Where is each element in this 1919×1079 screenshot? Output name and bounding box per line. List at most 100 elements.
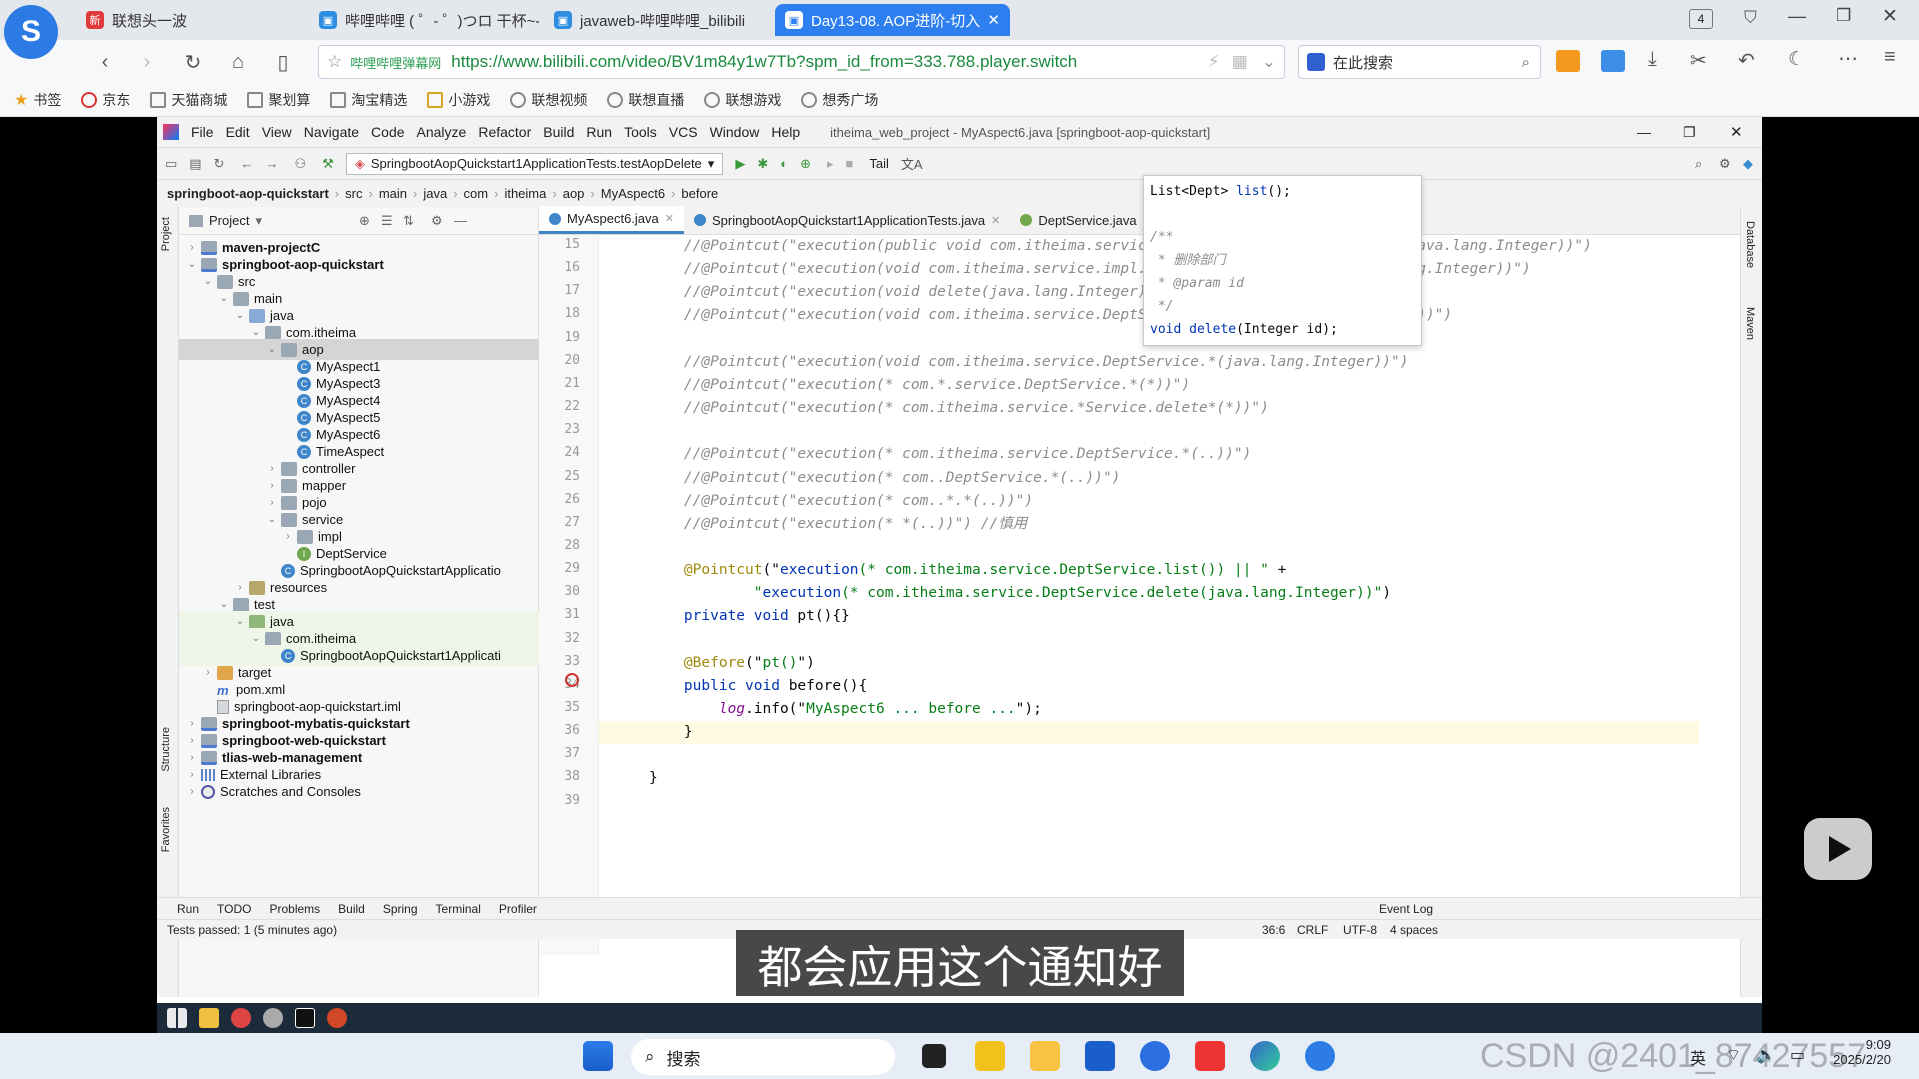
star-icon[interactable]: ☆ [327, 52, 342, 72]
indent[interactable]: 4 spaces [1390, 923, 1438, 937]
tab-3-active[interactable]: ▣ Day13-08. AOP进阶-切入点表 ✕ [775, 4, 1010, 36]
bookmark-2[interactable]: 天猫商城 [150, 90, 227, 110]
forward-icon[interactable]: → [266, 156, 279, 171]
minimize-icon[interactable]: — [1788, 6, 1806, 27]
tool-terminal[interactable]: Terminal [436, 902, 481, 916]
lightning-icon[interactable]: ⚡ [1208, 52, 1220, 72]
tool-spring[interactable]: Spring [383, 902, 418, 916]
bookmark-4[interactable]: 淘宝精选 [330, 90, 407, 110]
menu-help[interactable]: Help [765, 124, 806, 140]
menu-code[interactable]: Code [365, 124, 410, 140]
database-tool-button[interactable]: Database [1744, 221, 1756, 268]
menu-icon[interactable]: ≡ [1884, 46, 1896, 69]
bookmark-8[interactable]: 联想游戏 [704, 90, 781, 110]
ide-restore-icon[interactable]: ❐ [1683, 124, 1696, 141]
tail-button[interactable]: Tail [869, 156, 889, 171]
url-field[interactable]: ☆ 哔哩哔哩弹幕网 https://www.bilibili.com/video… [318, 45, 1285, 79]
editor-tab[interactable]: MyAspect6.java ✕ [539, 206, 684, 234]
browser-taskbar-icon[interactable] [1305, 1041, 1335, 1071]
windows-start-icon[interactable] [167, 1008, 187, 1028]
ide-minimize-icon[interactable]: — [1637, 124, 1651, 140]
run-icon[interactable]: ▶ [735, 156, 745, 172]
tool-build[interactable]: Build [338, 902, 365, 916]
chevron-right-icon[interactable]: › [265, 463, 279, 474]
home-icon[interactable]: ⌂ [225, 50, 251, 74]
breadcrumb-item[interactable]: com [464, 186, 489, 201]
taskbar-search[interactable]: ⌕ 搜索 [631, 1039, 895, 1075]
breadcrumb-item[interactable]: java [423, 186, 447, 201]
chevron-down-icon[interactable]: ⌄ [249, 327, 263, 338]
lenovo-app-icon[interactable] [1140, 1041, 1170, 1071]
restore-icon[interactable]: ❐ [1836, 6, 1851, 26]
store-icon[interactable] [1085, 1041, 1115, 1071]
chevron-right-icon[interactable]: › [265, 480, 279, 491]
bookmark-7[interactable]: 联想直播 [607, 90, 684, 110]
bilibili-tv-icon[interactable] [1804, 818, 1872, 880]
chevron-right-icon[interactable]: › [233, 582, 247, 593]
volume-icon[interactable]: 🔈 [1756, 1045, 1776, 1065]
undo-icon[interactable]: ↶ [1738, 48, 1755, 73]
tree-item[interactable]: › Scratches and Consoles [179, 781, 539, 802]
chevron-down-icon[interactable]: ⌄ [201, 276, 215, 287]
favorites-tool-button[interactable]: Favorites [160, 807, 172, 852]
stop-icon[interactable]: ■ [846, 156, 854, 171]
battery-icon[interactable]: ▭ [1790, 1045, 1805, 1065]
tab-count-badge[interactable]: 4 [1689, 9, 1713, 29]
tab-0[interactable]: 新联想头一波 [76, 4, 301, 36]
open-folder-icon[interactable]: ▭ [165, 156, 177, 172]
breadcrumb-item[interactable]: itheima [504, 186, 546, 201]
taskview-icon[interactable] [922, 1044, 946, 1068]
bookmark-1[interactable]: 京东 [81, 90, 130, 110]
bookmark-0[interactable]: ★ 书签 [14, 90, 61, 110]
menu-refactor[interactable]: Refactor [472, 124, 537, 140]
intellij-icon[interactable] [295, 1008, 315, 1028]
app-icon[interactable] [975, 1041, 1005, 1071]
breadcrumb-item[interactable]: before [681, 186, 718, 201]
menu-tools[interactable]: Tools [618, 124, 663, 140]
chevron-down-icon[interactable]: ⌄ [185, 259, 199, 270]
settings-icon[interactable]: ⚙ [1719, 156, 1731, 172]
editor-tab[interactable]: SpringbootAopQuickstart1ApplicationTests… [684, 206, 1010, 234]
step-icon[interactable]: ▸ [827, 156, 834, 172]
moon-icon[interactable]: ☾ [1788, 48, 1805, 71]
menu-run[interactable]: Run [580, 124, 618, 140]
menu-edit[interactable]: Edit [220, 124, 256, 140]
chevron-right-icon[interactable]: › [185, 718, 199, 729]
breadcrumb-item[interactable]: src [345, 186, 362, 201]
tool-problems[interactable]: Problems [269, 902, 320, 916]
bookmark-9[interactable]: 想秀广场 [801, 90, 878, 110]
ide-close-icon[interactable]: ✕ [1730, 123, 1743, 141]
line-separator[interactable]: CRLF [1297, 923, 1328, 937]
translate-icon[interactable]: 文A [901, 154, 923, 173]
chevron-down-icon[interactable]: ⌄ [217, 293, 231, 304]
chevron-right-icon[interactable]: › [185, 769, 199, 780]
chevron-down-icon[interactable]: ⌄ [217, 599, 231, 610]
search-everywhere-icon[interactable]: ⌕ [1695, 156, 1702, 172]
app-icon[interactable] [263, 1008, 283, 1028]
chevron-down-icon[interactable]: ⌄ [1262, 52, 1276, 72]
download-icon[interactable]: ⤓ [1648, 48, 1657, 71]
chevron-down-icon[interactable]: ⌄ [233, 310, 247, 321]
game-icon[interactable] [1556, 50, 1580, 72]
breadcrumb-item[interactable]: MyAspect6 [601, 186, 665, 201]
powerpoint-icon[interactable] [327, 1008, 347, 1028]
back-icon[interactable]: ‹ [92, 50, 118, 74]
coverage-icon[interactable]: ◐ [780, 156, 788, 171]
save-icon[interactable]: ▤ [189, 156, 201, 172]
send-icon[interactable] [1601, 50, 1625, 72]
menu-navigate[interactable]: Navigate [298, 124, 365, 140]
language-indicator[interactable]: 英 [1690, 1045, 1706, 1069]
event-log-button[interactable]: Event Log [1379, 902, 1433, 916]
hammer-icon[interactable]: ⚒ [322, 156, 334, 172]
tab-2[interactable]: ▣ javaweb-哔哩哔哩_bilibili [544, 4, 769, 36]
caret-position[interactable]: 36:6 [1262, 923, 1285, 937]
tool-run[interactable]: Run [177, 902, 199, 916]
wifi-icon[interactable]: ⌔ [1726, 1045, 1741, 1065]
tab-1[interactable]: ▣ 哔哩哔哩 ( ゜- ゜)つロ 干杯~-bilib [309, 4, 539, 36]
chrome-icon[interactable] [231, 1008, 251, 1028]
close-icon[interactable]: ✕ [991, 214, 1000, 227]
search-field[interactable]: 在此搜索 ⌕ [1298, 45, 1541, 79]
forward-icon[interactable]: › [134, 50, 160, 74]
chevron-right-icon[interactable]: › [185, 786, 199, 797]
chevron-right-icon[interactable]: › [201, 667, 215, 678]
